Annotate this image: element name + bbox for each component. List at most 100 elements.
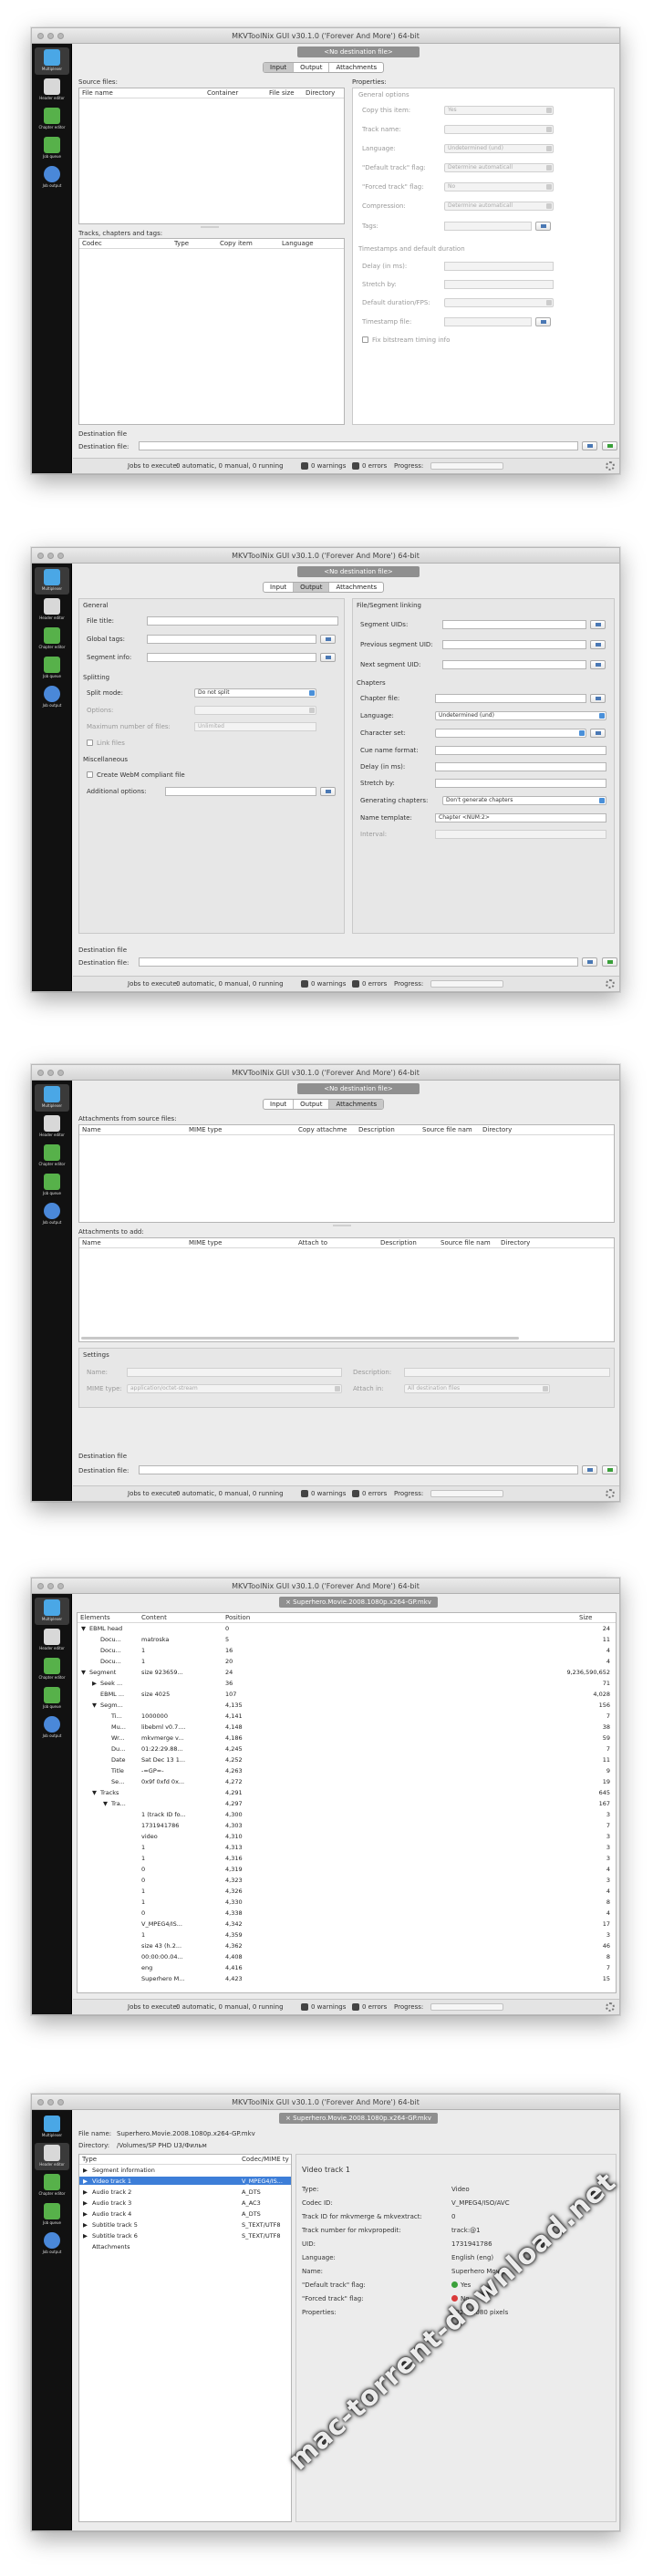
- tree-row[interactable]: Du... 01:22:29.88... 4,245 7: [78, 1744, 616, 1753]
- sidebar-item-job-output[interactable]: Job output: [35, 164, 69, 191]
- tree-row[interactable]: EBML ... size 4025 107 4,028: [78, 1690, 616, 1698]
- tree-row[interactable]: Docu... matroska 5 11: [78, 1635, 616, 1643]
- sidebar-item-job-queue[interactable]: Job queue: [35, 1172, 69, 1199]
- link-files-checkbox[interactable]: [87, 740, 93, 746]
- sidebar-item-chapter-editor[interactable]: Chapter editor: [35, 2172, 69, 2199]
- expand-arrow-icon[interactable]: ▼: [81, 1625, 86, 1632]
- tracks-table[interactable]: Codec Type Copy item Language: [78, 238, 345, 425]
- attachment-description-input[interactable]: [404, 1368, 610, 1377]
- stretch-input[interactable]: [444, 280, 554, 289]
- tree-row[interactable]: Superhero M... 4,423 15: [78, 1974, 616, 1982]
- destination-file-input[interactable]: [139, 957, 578, 967]
- track-name-select[interactable]: [444, 125, 554, 134]
- forced-track-select[interactable]: No: [444, 182, 554, 191]
- element-tree[interactable]: Elements Content Position Size ▼ EBML hea…: [77, 1612, 617, 1993]
- file-tab-chip[interactable]: × Superhero.Movie.2008.1080p.x264-GP.mkv: [279, 2113, 438, 2124]
- prev-segment-uid-browse-button[interactable]: [590, 640, 606, 649]
- splitter-handle[interactable]: [333, 1225, 351, 1226]
- segment-info-browse-button[interactable]: [320, 653, 336, 662]
- detail-value[interactable]: 1731941786: [451, 2240, 492, 2248]
- prev-segment-uid-input[interactable]: [442, 640, 586, 649]
- tree-row[interactable]: Date Sat Dec 13 1... 4,252 11: [78, 1755, 616, 1764]
- character-set-select[interactable]: [435, 729, 586, 738]
- source-files-table[interactable]: File name Container File size Directory: [78, 88, 345, 224]
- tree-row[interactable]: 0 4,338 4: [78, 1909, 616, 1917]
- new-attachments-table[interactable]: Name MIME type Attach to Description Sou…: [78, 1237, 615, 1342]
- tree-row[interactable]: 0 4,319 4: [78, 1865, 616, 1873]
- sidebar-item-job-queue[interactable]: Job queue: [35, 655, 69, 682]
- tree-row[interactable]: ▼ Segment size 923659... 24 9,236,590,652: [78, 1668, 616, 1676]
- sidebar-item-header-editor[interactable]: Header editor: [35, 1113, 69, 1141]
- source-attachments-table[interactable]: Name MIME type Copy attachme Description…: [78, 1124, 615, 1223]
- window-controls[interactable]: [37, 1583, 64, 1589]
- sidebar-item-multiplexer[interactable]: Multiplexer: [35, 567, 69, 595]
- language-select[interactable]: Undetermined (und): [444, 144, 554, 153]
- destination-browse-button[interactable]: [582, 957, 597, 967]
- splitter-handle[interactable]: [201, 226, 219, 228]
- global-tags-browse-button[interactable]: [320, 635, 336, 644]
- expand-arrow-icon[interactable]: ▶: [83, 2210, 88, 2218]
- tree-row[interactable]: Wr... mkvmerge v... 4,186 59: [78, 1733, 616, 1742]
- tree-row[interactable]: video 4,310 3: [78, 1832, 616, 1840]
- sidebar-item-job-queue[interactable]: Job queue: [35, 135, 69, 162]
- tree-row[interactable]: Mu... libebml v0.7.... 4,148 38: [78, 1723, 616, 1731]
- fix-bitstream-checkbox[interactable]: [362, 336, 368, 343]
- timestamp-browse-button[interactable]: [535, 317, 551, 326]
- sidebar-item-chapter-editor[interactable]: Chapter editor: [35, 1143, 69, 1170]
- header-tree-row[interactable]: Attachments: [79, 2242, 291, 2250]
- sidebar-item-header-editor[interactable]: Header editor: [35, 1627, 69, 1654]
- header-tree-row[interactable]: ▶ Video track 1 V_MPEG4/IS...: [79, 2177, 291, 2185]
- tree-row[interactable]: Docu... 1 20 4: [78, 1657, 616, 1665]
- tree-row[interactable]: Docu... 1 16 4: [78, 1646, 616, 1654]
- sidebar-item-job-queue[interactable]: Job queue: [35, 2201, 69, 2229]
- tree-row[interactable]: 1731941786 4,303 7: [78, 1821, 616, 1829]
- expand-arrow-icon[interactable]: ▶: [83, 2188, 88, 2196]
- tree-row[interactable]: 00:00:00.04... 4,408 8: [78, 1952, 616, 1960]
- default-track-select[interactable]: Determine automaticall: [444, 163, 554, 172]
- expand-arrow-icon[interactable]: ▶: [83, 2167, 88, 2174]
- sidebar-item-multiplexer[interactable]: Multiplexer: [35, 1084, 69, 1112]
- generating-chapters-select[interactable]: Don't generate chapters: [442, 796, 606, 805]
- header-tree-row[interactable]: ▶ Audio track 2 A_DTS: [79, 2188, 291, 2196]
- next-segment-uid-input[interactable]: [442, 660, 586, 669]
- global-tags-input[interactable]: [147, 635, 316, 644]
- expand-arrow-icon[interactable]: ▼: [81, 1669, 86, 1676]
- segment-uids-input[interactable]: [442, 620, 586, 629]
- chapter-stretch-input[interactable]: [435, 779, 606, 788]
- split-mode-select[interactable]: Do not split: [194, 688, 316, 698]
- start-multiplex-button[interactable]: [602, 441, 617, 450]
- sidebar-item-header-editor[interactable]: Header editor: [35, 596, 69, 624]
- sidebar-item-header-editor[interactable]: Header editor: [35, 2143, 69, 2170]
- tree-row[interactable]: ▼ Segm... 4,135 156: [78, 1701, 616, 1709]
- mime-type-select[interactable]: application/octet-stream: [127, 1384, 342, 1393]
- next-segment-uid-browse-button[interactable]: [590, 660, 606, 669]
- tree-row[interactable]: ▼ EBML head 0 24: [78, 1624, 616, 1632]
- header-tree-row[interactable]: ▶ Audio track 4 A_DTS: [79, 2209, 291, 2218]
- tree-row[interactable]: 1 (track ID fo... 4,300 3: [78, 1810, 616, 1818]
- tree-row[interactable]: V_MPEG4/IS... 4,342 17: [78, 1919, 616, 1928]
- chapter-delay-input[interactable]: [435, 762, 606, 771]
- segment-info-input[interactable]: [147, 653, 316, 662]
- sidebar-item-chapter-editor[interactable]: Chapter editor: [35, 106, 69, 133]
- expand-arrow-icon[interactable]: ▼: [92, 1702, 97, 1709]
- sidebar-item-chapter-editor[interactable]: Chapter editor: [35, 626, 69, 653]
- tree-row[interactable]: 0 4,323 3: [78, 1876, 616, 1884]
- sidebar-item-job-queue[interactable]: Job queue: [35, 1685, 69, 1712]
- copy-item-select[interactable]: Yes: [444, 106, 554, 115]
- tab-output[interactable]: Output: [294, 1100, 330, 1109]
- tab-attachments[interactable]: Attachments: [329, 1100, 384, 1109]
- window-controls[interactable]: [37, 553, 64, 559]
- tree-row[interactable]: ▼ Tracks 4,291 645: [78, 1788, 616, 1796]
- window-controls[interactable]: [37, 33, 64, 39]
- expand-arrow-icon[interactable]: ▶: [83, 2232, 88, 2240]
- sidebar-item-job-output[interactable]: Job output: [35, 1714, 69, 1742]
- chapter-language-select[interactable]: Undetermined (und): [435, 711, 606, 720]
- name-template-input[interactable]: Chapter <NUM:2>: [435, 813, 606, 822]
- interval-input[interactable]: [435, 830, 606, 839]
- tree-row[interactable]: ▼ Tra... 4,297 167: [78, 1799, 616, 1807]
- destination-file-input[interactable]: [139, 1465, 578, 1474]
- tree-row[interactable]: Se... 0x9f 0xfd 0x... 4,272 19: [78, 1777, 616, 1785]
- attachment-name-input[interactable]: [127, 1368, 342, 1377]
- tree-row[interactable]: 1 4,313 3: [78, 1843, 616, 1851]
- delay-input[interactable]: [444, 262, 554, 271]
